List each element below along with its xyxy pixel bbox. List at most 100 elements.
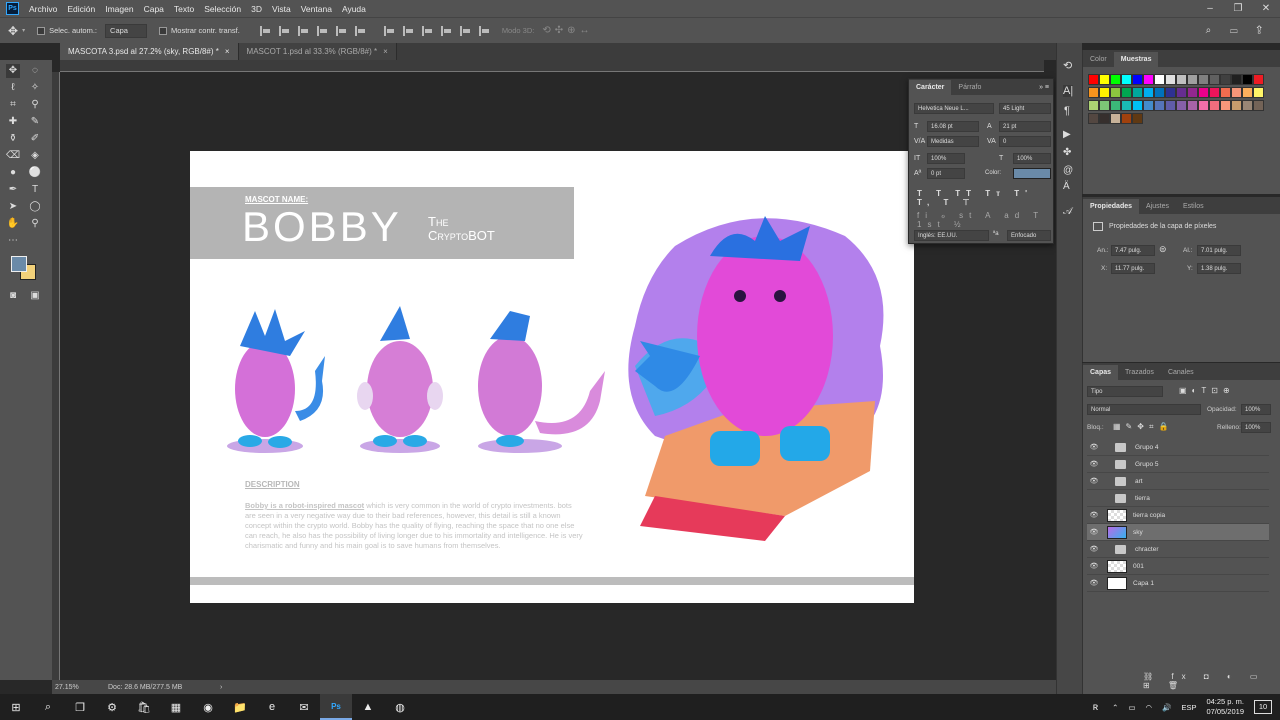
screen-mode-icon[interactable]: ▣	[28, 289, 42, 303]
network-icon[interactable]: ▭	[1128, 703, 1135, 712]
document-canvas[interactable]: MASCOT NAME: BOBBY The CryptoBOT DESCRIP…	[190, 151, 914, 603]
swatch[interactable]	[1099, 100, 1110, 111]
fill-field[interactable]: 100%	[1241, 422, 1271, 433]
layer-actions[interactable]: ⛓ fx ◘ ◐ ▭ ⊞ 🗑	[1143, 672, 1280, 690]
layer-row[interactable]: 👁 chracter	[1087, 541, 1269, 558]
swatch[interactable]	[1198, 74, 1209, 85]
swatch[interactable]	[1143, 87, 1154, 98]
search-workspace-icon[interactable]: ⌕ ▭ ⇪	[1206, 25, 1270, 36]
align-top-icon[interactable]	[259, 25, 271, 36]
zoom-tool-icon[interactable]: ⚲	[28, 217, 42, 231]
swatch[interactable]	[1253, 87, 1264, 98]
stamp-tool-icon[interactable]: ⚱	[6, 132, 20, 146]
wifi-icon[interactable]: ◠	[1146, 703, 1153, 712]
menu-vista[interactable]: Vista	[272, 4, 291, 14]
lock-icons[interactable]: ▦✎✥⌗🔒	[1113, 422, 1173, 432]
align-bottom-icon[interactable]	[297, 25, 309, 36]
layer-row[interactable]: 👁 tierra copia	[1087, 507, 1269, 524]
antialias-dropdown[interactable]: Enfocado	[1007, 230, 1051, 241]
layer-kind-filter[interactable]: Tipo	[1087, 386, 1163, 397]
blend-mode-dropdown[interactable]: Normal	[1087, 404, 1201, 415]
font-family-dropdown[interactable]: Helvetica Neue L...	[914, 103, 994, 114]
photoshop-logo-icon[interactable]: Ps	[6, 2, 19, 15]
marquee-tool-icon[interactable]: ◌	[28, 64, 42, 78]
swatch[interactable]	[1187, 100, 1198, 111]
tab-ajustes[interactable]: Ajustes	[1139, 199, 1176, 214]
visibility-eye-icon[interactable]: 👁	[1087, 528, 1101, 536]
clock[interactable]: 04:25 p. m. 07/05/2019	[1206, 697, 1244, 717]
maximize-icon[interactable]: ❐	[1224, 0, 1252, 17]
menu-texto[interactable]: Texto	[174, 4, 194, 14]
swatch[interactable]	[1143, 100, 1154, 111]
menu-capa[interactable]: Capa	[144, 4, 164, 14]
layer-row[interactable]: 👁 art	[1087, 473, 1269, 490]
distribute-hcenter-icon[interactable]	[459, 25, 471, 36]
layer-row[interactable]: 👁 001	[1087, 558, 1269, 575]
chevron-down-icon[interactable]: ▾	[22, 27, 25, 34]
app-icon[interactable]: ◍	[384, 694, 416, 720]
leading-field[interactable]: 21 pt	[999, 121, 1051, 132]
height-field[interactable]: 7.01 pulg.	[1197, 245, 1241, 256]
opacity-field[interactable]: 100%	[1241, 404, 1271, 415]
swatch[interactable]	[1187, 87, 1198, 98]
y-field[interactable]: 1.38 pulg.	[1197, 263, 1241, 274]
explorer-icon[interactable]: 📁	[224, 694, 256, 720]
move-tool-icon[interactable]: ✥	[6, 64, 20, 78]
swatch[interactable]	[1220, 74, 1231, 85]
swatch[interactable]	[1165, 100, 1176, 111]
swatch[interactable]	[1154, 87, 1165, 98]
close-icon[interactable]: ×	[383, 47, 388, 56]
more-tools-icon[interactable]: ⋯	[6, 234, 20, 248]
swatch[interactable]	[1088, 74, 1099, 85]
bucket-tool-icon[interactable]: ◈	[28, 149, 42, 163]
tab-canales[interactable]: Canales	[1161, 365, 1201, 380]
visibility-eye-icon[interactable]: 👁	[1087, 579, 1101, 587]
type-tool-icon[interactable]: T	[28, 183, 42, 197]
menu-imagen[interactable]: Imagen	[105, 4, 133, 14]
layer-row[interactable]: 👁 Grupo 4	[1087, 439, 1269, 456]
menu-3d[interactable]: 3D	[251, 4, 262, 14]
blur-tool-icon[interactable]: ●	[6, 166, 20, 180]
align-hcenter-icon[interactable]	[335, 25, 347, 36]
swatch[interactable]	[1154, 100, 1165, 111]
task-view-icon[interactable]: ❐	[64, 694, 96, 720]
swatch[interactable]	[1198, 87, 1209, 98]
photoshop-taskbar-icon[interactable]: Ps	[320, 694, 352, 720]
tab-estilos[interactable]: Estilos	[1176, 199, 1211, 214]
layer-row[interactable]: 👁 Grupo 5	[1087, 456, 1269, 473]
crop-tool-icon[interactable]: ⌗	[6, 98, 20, 112]
auto-select-checkbox[interactable]	[37, 26, 46, 35]
swatch[interactable]	[1121, 87, 1132, 98]
chevron-up-icon[interactable]: ⌃	[1112, 703, 1118, 712]
opentype-buttons[interactable]: fi ℴ st A ad T 1st ½	[917, 211, 1053, 229]
menu-edicion[interactable]: Edición	[67, 4, 95, 14]
eraser-tool-icon[interactable]: ⌫	[6, 149, 20, 163]
layer-row[interactable]: 👁 sky	[1087, 524, 1269, 541]
align-left-icon[interactable]	[316, 25, 328, 36]
swatch[interactable]	[1132, 113, 1143, 124]
swatch[interactable]	[1209, 100, 1220, 111]
tracking-field[interactable]: 0	[999, 136, 1051, 147]
eyedropper-tool-icon[interactable]: ⚲	[28, 98, 42, 112]
swatch[interactable]	[1165, 74, 1176, 85]
swatch[interactable]	[1209, 87, 1220, 98]
language-dropdown[interactable]: Inglés: EE.UU.	[914, 230, 989, 241]
menu-ventana[interactable]: Ventana	[301, 4, 332, 14]
close-icon[interactable]: ×	[225, 47, 230, 56]
vertical-scale-field[interactable]: 100%	[927, 153, 965, 164]
swatch[interactable]	[1143, 74, 1154, 85]
calculator-icon[interactable]: ▦	[160, 694, 192, 720]
tab-mascot-1[interactable]: MASCOT 1.psd al 33.3% (RGB/8#) * ×	[238, 43, 397, 60]
distribute-bottom-icon[interactable]	[421, 25, 433, 36]
minimize-icon[interactable]: –	[1196, 0, 1224, 17]
swatch[interactable]	[1088, 87, 1099, 98]
notifications-icon[interactable]: 10	[1254, 700, 1272, 714]
visibility-eye-icon[interactable]: 👁	[1087, 460, 1101, 468]
lasso-tool-icon[interactable]: ℓ	[6, 81, 20, 95]
healing-tool-icon[interactable]: ✚	[6, 115, 20, 129]
hand-tool-icon[interactable]: ✋	[6, 217, 20, 231]
swatch[interactable]	[1099, 74, 1110, 85]
auto-select-dropdown[interactable]: Capa	[105, 23, 148, 38]
baseline-field[interactable]: 0 pt	[927, 168, 965, 179]
vlc-icon[interactable]: ▲	[352, 694, 384, 720]
